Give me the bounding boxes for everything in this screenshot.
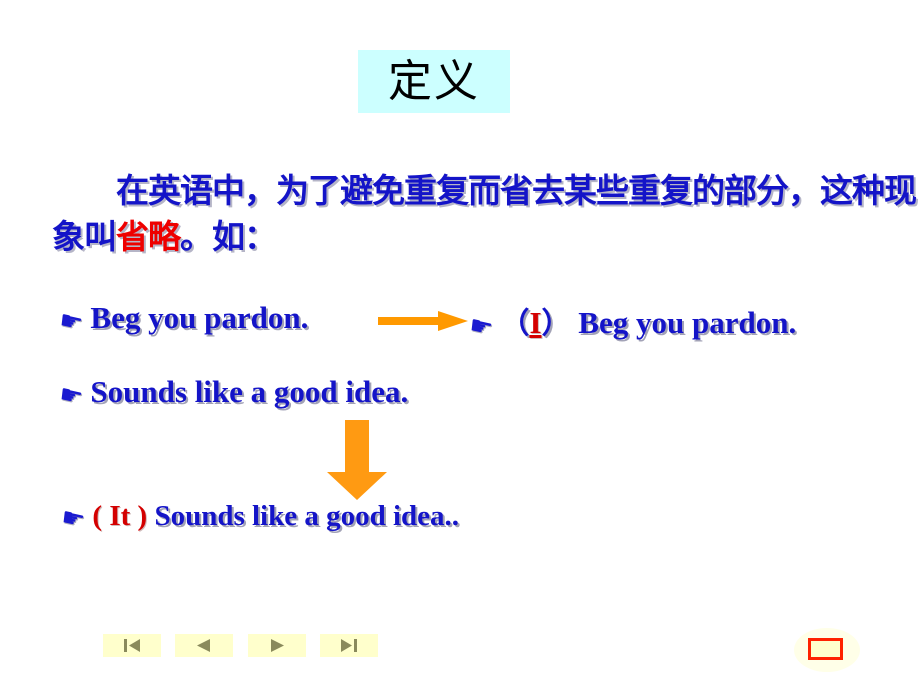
- pointing-hand-icon: ☛: [56, 378, 86, 413]
- pointing-hand-icon: ☛: [56, 304, 86, 339]
- open-paren: （: [500, 306, 530, 340]
- example-line-2: ☛ （I） Beg you pardon.: [466, 300, 797, 344]
- right-arrow-icon: [378, 311, 468, 331]
- page-title: 定义: [388, 55, 480, 107]
- example-line-2-text: Beg you pardon.: [578, 305, 797, 340]
- example-line-4: ☛( It ) Sounds like a good idea..: [58, 500, 460, 536]
- definition-paragraph: 在英语中，为了避免重复而省去某些重复的部分，这种现象叫省略。如：: [52, 168, 920, 260]
- slide-title-box: 定义: [358, 50, 510, 113]
- example-line-4-text: Sounds like a good idea..: [154, 500, 460, 532]
- last-slide-icon: [341, 639, 357, 652]
- example-line-3-text: Sounds like a good idea.: [90, 374, 409, 409]
- pointing-hand-icon: ☛: [58, 501, 88, 536]
- example-line-1-text: Beg you pardon.: [90, 300, 309, 335]
- close-paren: ）: [541, 306, 571, 340]
- nav-last-button[interactable]: [320, 634, 378, 657]
- nav-previous-button[interactable]: [175, 634, 233, 657]
- pointing-hand-icon: ☛: [466, 309, 496, 344]
- nav-first-button[interactable]: [103, 634, 161, 657]
- inserted-subject: I: [529, 305, 542, 340]
- end-marker-box[interactable]: [808, 638, 843, 660]
- nav-next-button[interactable]: [248, 634, 306, 657]
- slide-canvas: 定义 在英语中，为了避免重复而省去某些重复的部分，这种现象叫省略。如： ☛ Beg…: [0, 0, 920, 690]
- example-line-1: ☛ Beg you pardon.: [56, 300, 309, 339]
- down-arrow-icon: [327, 420, 387, 500]
- previous-slide-icon: [197, 639, 210, 652]
- paragraph-highlight-term: 省略: [116, 217, 181, 256]
- inserted-subject: ( It ): [92, 500, 148, 532]
- next-slide-icon: [271, 639, 284, 652]
- paragraph-part-2: 。如：: [180, 217, 277, 256]
- example-line-3: ☛ Sounds like a good idea.: [56, 374, 409, 413]
- first-slide-icon: [124, 639, 140, 652]
